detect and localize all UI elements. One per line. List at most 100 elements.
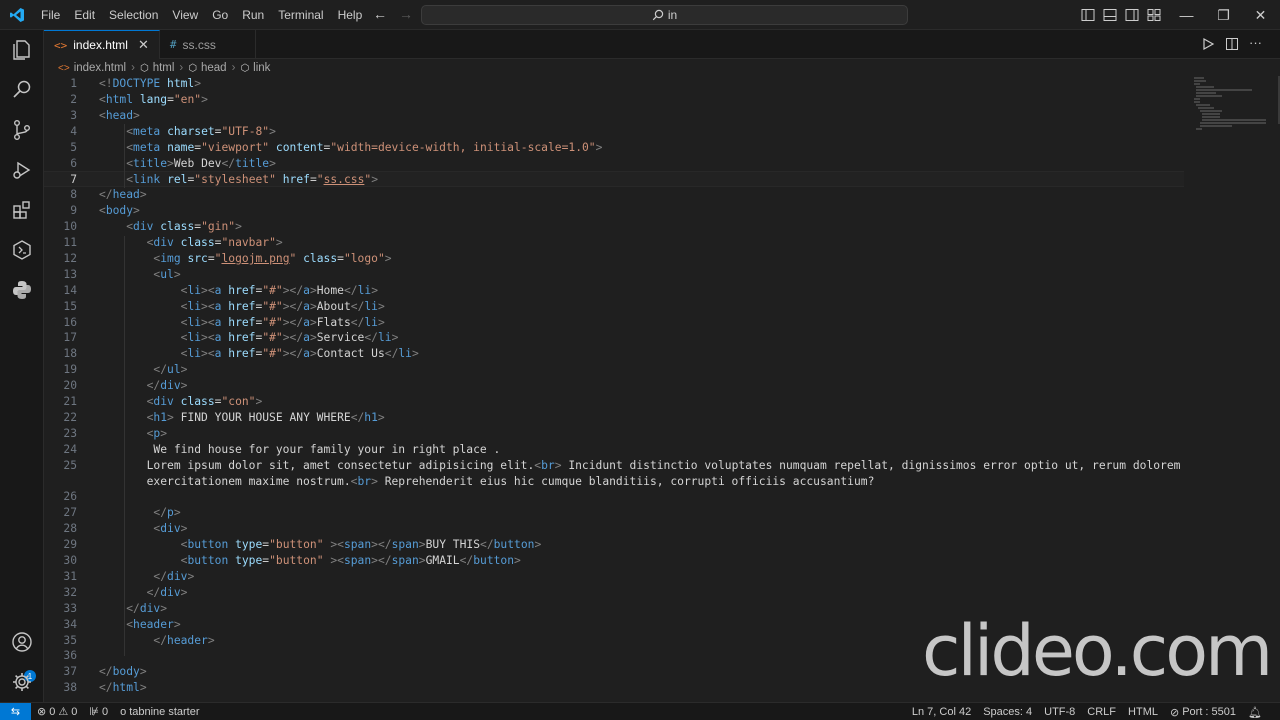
code-line[interactable]: 3 <head>: [44, 108, 1184, 124]
line-content[interactable]: <h1> FIND YOUR HOUSE ANY WHERE</h1>: [99, 410, 385, 426]
code-line[interactable]: 15 <li><a href="#"></a>About</li>: [44, 299, 1184, 315]
line-content[interactable]: </p>: [99, 505, 180, 521]
language-mode[interactable]: HTML: [1122, 706, 1164, 718]
line-content[interactable]: </div>: [99, 601, 167, 617]
minimize-icon[interactable]: —: [1168, 0, 1205, 30]
customize-layout-icon[interactable]: [1146, 7, 1162, 23]
end-of-line[interactable]: CRLF: [1081, 706, 1122, 718]
explorer-icon[interactable]: [10, 38, 34, 62]
code-line[interactable]: 32 </div>: [44, 585, 1184, 601]
code-line[interactable]: 12 <img src="logojm.png" class="logo">: [44, 251, 1184, 267]
line-content[interactable]: <li><a href="#"></a>Service</li>: [99, 330, 399, 346]
code-line[interactable]: 24 We find house for your family your in…: [44, 442, 1184, 458]
ports-status[interactable]: ⊯ 0: [83, 705, 114, 719]
restore-icon[interactable]: ❐: [1205, 0, 1242, 30]
line-content[interactable]: </header>: [99, 633, 214, 649]
settings-gear-icon[interactable]: [10, 670, 34, 694]
line-content[interactable]: <p>: [99, 426, 167, 442]
tab-ss-css[interactable]: # ss.css: [160, 30, 256, 59]
line-content[interactable]: <li><a href="#"></a>About</li>: [99, 299, 385, 315]
more-actions-icon[interactable]: ···: [1249, 36, 1262, 51]
line-content[interactable]: </div>: [99, 378, 188, 394]
line-content[interactable]: <ul>: [99, 267, 180, 283]
menu-edit[interactable]: Edit: [67, 0, 102, 30]
line-content[interactable]: <html lang="en">: [99, 92, 208, 108]
code-line[interactable]: 21 <div class="con">: [44, 394, 1184, 410]
line-content[interactable]: <head>: [99, 108, 140, 124]
line-content[interactable]: </div>: [99, 585, 188, 601]
code-line[interactable]: 30 <button type="button" ><span></span>G…: [44, 553, 1184, 569]
remote-indicator-icon[interactable]: ⇆: [0, 702, 31, 720]
live-server-port[interactable]: ⊘ Port : 5501: [1164, 706, 1242, 719]
code-line[interactable]: 17 <li><a href="#"></a>Service</li>: [44, 330, 1184, 346]
code-line[interactable]: 28 <div>: [44, 521, 1184, 537]
minimap[interactable]: [1192, 76, 1268, 136]
line-content[interactable]: <li><a href="#"></a>Contact Us</li>: [99, 346, 419, 362]
python-icon[interactable]: [10, 278, 34, 302]
line-content[interactable]: <meta name="viewport" content="width=dev…: [99, 140, 602, 156]
extensions-icon[interactable]: [10, 198, 34, 222]
menu-view[interactable]: View: [165, 0, 205, 30]
tab-index-html[interactable]: <> index.html ✕: [44, 30, 160, 59]
close-window-icon[interactable]: ✕: [1242, 0, 1279, 30]
code-line[interactable]: 10 <div class="gin">: [44, 219, 1184, 235]
code-line[interactable]: 26: [44, 489, 1184, 505]
line-content[interactable]: </body>: [99, 664, 147, 680]
line-content[interactable]: </div>: [99, 569, 194, 585]
remote-explorer-icon[interactable]: [10, 238, 34, 262]
breadcrumb-html[interactable]: html: [153, 62, 175, 74]
search-view-icon[interactable]: [10, 78, 34, 102]
line-content[interactable]: </ul>: [99, 362, 187, 378]
code-line[interactable]: 22 <h1> FIND YOUR HOUSE ANY WHERE</h1>: [44, 410, 1184, 426]
encoding[interactable]: UTF-8: [1038, 706, 1081, 718]
line-content[interactable]: </head>: [99, 187, 147, 203]
code-editor[interactable]: 1 <!DOCTYPE html> 2 <html lang="en"> 3 <head>…: [44, 76, 1194, 696]
menu-file[interactable]: File: [34, 0, 67, 30]
line-content[interactable]: Lorem ipsum dolor sit, amet consectetur …: [99, 458, 1181, 474]
code-line[interactable]: 9 <body>: [44, 203, 1184, 219]
code-line[interactable]: 14 <li><a href="#"></a>Home</li>: [44, 283, 1184, 299]
menu-help[interactable]: Help: [331, 0, 370, 30]
split-editor-icon[interactable]: [1225, 37, 1239, 51]
vertical-scrollbar[interactable]: [1270, 76, 1280, 696]
tabnine-status[interactable]: o tabnine starter: [114, 706, 205, 718]
line-content[interactable]: <link rel="stylesheet" href="ss.css">: [99, 172, 378, 188]
source-control-icon[interactable]: [10, 118, 34, 142]
command-center-search[interactable]: in: [421, 5, 908, 25]
code-line[interactable]: 13 <ul>: [44, 267, 1184, 283]
line-content[interactable]: <meta charset="UTF-8">: [99, 124, 276, 140]
code-line[interactable]: 4 <meta charset="UTF-8">: [44, 124, 1184, 140]
line-content[interactable]: exercitationem maxime nostrum.<br> Repre…: [99, 474, 875, 490]
code-line[interactable]: 23 <p>: [44, 426, 1184, 442]
line-content[interactable]: We find house for your family your in ri…: [99, 442, 500, 458]
code-line[interactable]: 5 <meta name="viewport" content="width=d…: [44, 140, 1184, 156]
run-debug-icon[interactable]: [10, 158, 34, 182]
line-content[interactable]: <img src="logojm.png" class="logo">: [99, 251, 391, 267]
code-line[interactable]: 2 <html lang="en">: [44, 92, 1184, 108]
line-content[interactable]: <button type="button" ><span></span>GMAI…: [99, 553, 521, 569]
line-content[interactable]: <button type="button" ><span></span>BUY …: [99, 537, 542, 553]
toggle-secondary-sidebar-icon[interactable]: [1124, 7, 1140, 23]
code-line[interactable]: 16 <li><a href="#"></a>Flats</li>: [44, 315, 1184, 331]
run-icon[interactable]: [1201, 37, 1215, 51]
code-line[interactable]: 27 </p>: [44, 505, 1184, 521]
toggle-primary-sidebar-icon[interactable]: [1080, 7, 1096, 23]
code-line[interactable]: 31 </div>: [44, 569, 1184, 585]
line-content[interactable]: <div class="navbar">: [99, 235, 283, 251]
code-line[interactable]: 11 <div class="navbar">: [44, 235, 1184, 251]
code-line[interactable]: 7 <link rel="stylesheet" href="ss.css">: [44, 171, 1184, 188]
line-content[interactable]: <div class="gin">: [99, 219, 242, 235]
cursor-position[interactable]: Ln 7, Col 42: [906, 706, 977, 718]
line-content[interactable]: <li><a href="#"></a>Home</li>: [99, 283, 378, 299]
code-line[interactable]: exercitationem maxime nostrum.<br> Repre…: [44, 474, 1184, 490]
toggle-panel-icon[interactable]: [1102, 7, 1118, 23]
menu-terminal[interactable]: Terminal: [271, 0, 330, 30]
line-content[interactable]: <body>: [99, 203, 140, 219]
line-content[interactable]: <title>Web Dev</title>: [99, 156, 276, 172]
line-content[interactable]: <header>: [99, 617, 180, 633]
accounts-icon[interactable]: [10, 630, 34, 654]
code-line[interactable]: 18 <li><a href="#"></a>Contact Us</li>: [44, 346, 1184, 362]
code-line[interactable]: 20 </div>: [44, 378, 1184, 394]
line-content[interactable]: <li><a href="#"></a>Flats</li>: [99, 315, 385, 331]
line-content[interactable]: <!DOCTYPE html>: [99, 76, 201, 92]
